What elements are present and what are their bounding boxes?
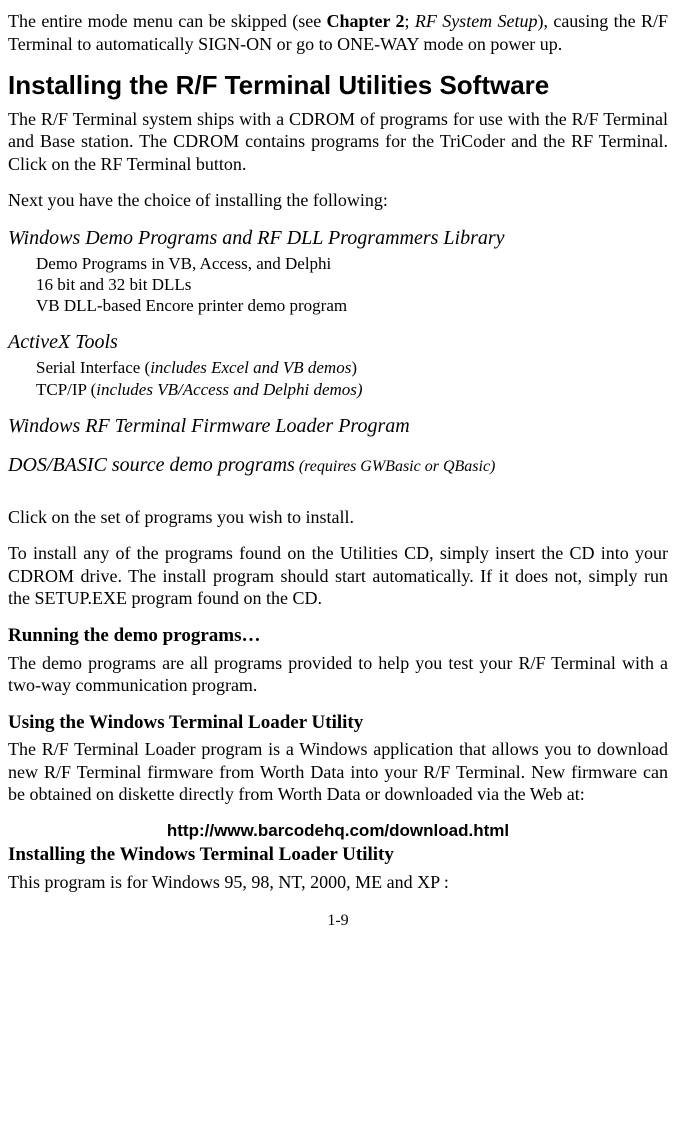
activex-post: )	[351, 358, 357, 377]
activex-heading: ActiveX Tools	[8, 330, 668, 355]
win-demo-item: Demo Programs in VB, Access, and Delphi	[36, 253, 668, 274]
intro-semi: ;	[405, 11, 415, 31]
intro-text-pre: The entire mode menu can be skipped (see	[8, 11, 327, 31]
activex-ital: includes Excel and VB demos	[150, 358, 351, 377]
activex-pre: Serial Interface (	[36, 358, 150, 377]
win-demo-item: 16 bit and 32 bit DLLs	[36, 274, 668, 295]
running-para: The demo programs are all programs provi…	[8, 652, 668, 697]
using-title: Using the Windows Terminal Loader Utilit…	[8, 711, 668, 735]
dosbasic-main: DOS/BASIC source demo programs	[8, 454, 295, 476]
installing-para: The R/F Terminal system ships with a CDR…	[8, 108, 668, 176]
activex-item: TCP/IP (includes VB/Access and Delphi de…	[36, 379, 668, 400]
win-demo-item: VB DLL-based Encore printer demo program	[36, 295, 668, 316]
intro-paragraph: The entire mode menu can be skipped (see…	[8, 10, 668, 55]
activex-pre: TCP/IP (	[36, 380, 96, 399]
download-url: http://www.barcodehq.com/download.html	[8, 820, 668, 841]
windows-demo-heading: Windows Demo Programs and RF DLL Program…	[8, 226, 668, 251]
activex-ital: includes VB/Access and Delphi demos)	[96, 380, 362, 399]
running-title: Running the demo programs…	[8, 624, 668, 648]
intro-chapter-bold: Chapter 2	[327, 11, 405, 31]
firmware-heading: Windows RF Terminal Firmware Loader Prog…	[8, 414, 668, 439]
installing-loader-title: Installing the Windows Terminal Loader U…	[8, 843, 668, 867]
using-para: The R/F Terminal Loader program is a Win…	[8, 738, 668, 806]
activex-item: Serial Interface (includes Excel and VB …	[36, 357, 668, 378]
dosbasic-paren: (requires GWBasic or QBasic)	[295, 458, 496, 475]
intro-rf-setup-ital: RF System Setup	[415, 11, 538, 31]
install-cd-para: To install any of the programs found on …	[8, 542, 668, 610]
installing-title: Installing the R/F Terminal Utilities So…	[8, 69, 668, 102]
next-choice-para: Next you have the choice of installing t…	[8, 189, 668, 212]
installing-loader-para: This program is for Windows 95, 98, NT, …	[8, 871, 668, 894]
click-para: Click on the set of programs you wish to…	[8, 506, 668, 529]
dosbasic-heading: DOS/BASIC source demo programs (requires…	[8, 453, 668, 478]
page-number: 1-9	[8, 911, 668, 931]
